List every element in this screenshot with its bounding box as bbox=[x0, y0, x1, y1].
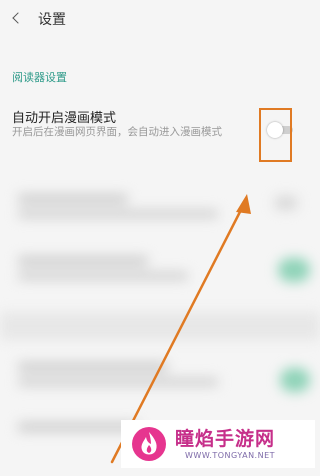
watermark-title: 瞳焰手游网 bbox=[175, 428, 276, 450]
watermark-site: WWW.TONGYAN.NET bbox=[185, 451, 276, 460]
setting-description: 开启后在漫画网页界面，会自动进入漫画模式 bbox=[12, 126, 222, 138]
back-arrow-icon[interactable] bbox=[10, 11, 24, 27]
flame-logo-icon bbox=[132, 427, 166, 461]
app-header: 设置 bbox=[0, 0, 320, 38]
watermark: 瞳焰手游网 WWW.TONGYAN.NET bbox=[121, 420, 315, 468]
highlight-box bbox=[259, 108, 292, 162]
section-header-reader: 阅读器设置 bbox=[12, 71, 67, 84]
page-title: 设置 bbox=[38, 12, 66, 28]
setting-title: 自动开启漫画模式 bbox=[12, 111, 117, 126]
